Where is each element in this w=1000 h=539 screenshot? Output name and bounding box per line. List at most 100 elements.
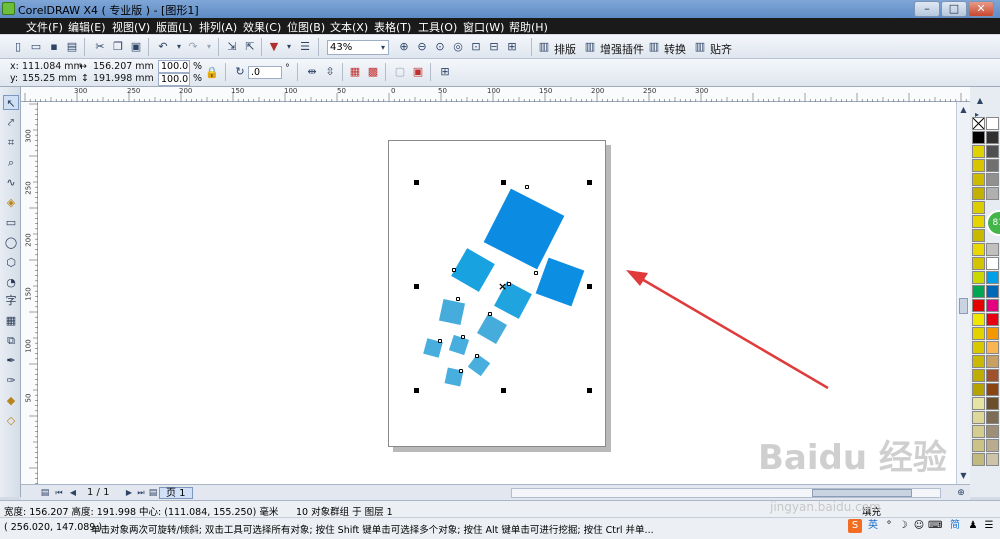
color-swatch[interactable] bbox=[986, 355, 999, 368]
ime-language-toggle[interactable]: 英 bbox=[866, 519, 880, 533]
color-swatch[interactable] bbox=[986, 173, 999, 186]
color-swatch[interactable] bbox=[986, 383, 999, 396]
fullwidth-toggle-icon[interactable]: ☽ bbox=[896, 519, 910, 533]
selection-handle[interactable] bbox=[587, 180, 592, 185]
plugin-snap-button[interactable]: 贴齐 bbox=[710, 41, 732, 57]
color-swatch[interactable] bbox=[972, 383, 985, 396]
color-swatch[interactable] bbox=[986, 327, 999, 340]
color-swatch[interactable] bbox=[986, 341, 999, 354]
color-swatch[interactable] bbox=[972, 271, 985, 284]
color-swatch[interactable] bbox=[972, 173, 985, 186]
color-swatch[interactable] bbox=[972, 425, 985, 438]
redo-icon[interactable]: ↷ bbox=[185, 39, 201, 55]
color-swatch[interactable] bbox=[986, 425, 999, 438]
minimize-button[interactable]: – bbox=[914, 1, 940, 17]
zoom-page-icon[interactable]: ⊡ bbox=[468, 39, 484, 55]
color-swatch[interactable] bbox=[986, 397, 999, 410]
freehand-tool-icon[interactable]: ∿ bbox=[3, 175, 19, 190]
zoom-page-width-icon[interactable]: ⊟ bbox=[486, 39, 502, 55]
color-swatch[interactable] bbox=[972, 229, 985, 242]
zoom-tool-icon[interactable]: ⌕ bbox=[3, 155, 19, 170]
selection-handle[interactable] bbox=[587, 388, 592, 393]
outline-pen-tool-icon[interactable]: ✑ bbox=[3, 373, 19, 388]
plugin-enhance-button[interactable]: 增强插件 bbox=[600, 41, 644, 57]
rotation-center-icon[interactable]: × bbox=[498, 280, 507, 293]
vertical-ruler[interactable]: 300 250 200 150 100 50 bbox=[21, 102, 38, 484]
color-swatch[interactable] bbox=[986, 131, 999, 144]
menu-arrange[interactable]: 排列(A) bbox=[199, 19, 237, 35]
color-swatch[interactable] bbox=[972, 313, 985, 326]
scale-height-field[interactable]: 100.0 bbox=[158, 73, 190, 86]
color-swatch[interactable] bbox=[986, 285, 999, 298]
application-launcher-icon[interactable]: ▼ bbox=[266, 39, 282, 55]
color-swatch[interactable] bbox=[972, 131, 985, 144]
color-swatch[interactable] bbox=[972, 397, 985, 410]
horizontal-ruler[interactable]: 300 250 200 150 100 50 0 50 100 150 200 … bbox=[21, 87, 970, 102]
soft-keyboard-icon[interactable]: ⌨ bbox=[928, 519, 942, 533]
menu-effects[interactable]: 效果(C) bbox=[243, 19, 281, 35]
lock-ratio-icon[interactable]: 🔒 bbox=[205, 65, 219, 81]
welcome-screen-icon[interactable]: ☰ bbox=[297, 39, 313, 55]
color-swatch[interactable] bbox=[972, 243, 985, 256]
cut-icon[interactable]: ✂ bbox=[92, 39, 108, 55]
color-swatch[interactable] bbox=[972, 159, 985, 172]
menu-table[interactable]: 表格(T) bbox=[374, 19, 411, 35]
menu-edit[interactable]: 编辑(E) bbox=[68, 19, 106, 35]
close-button[interactable]: ✕ bbox=[968, 1, 994, 17]
color-swatch[interactable] bbox=[986, 453, 999, 466]
color-swatch[interactable] bbox=[986, 299, 999, 312]
color-swatch[interactable] bbox=[972, 187, 985, 200]
no-fill-swatch[interactable] bbox=[972, 117, 985, 130]
rotation-angle-field[interactable]: .0 bbox=[248, 66, 282, 79]
break-apart-icon[interactable]: ▣ bbox=[410, 64, 426, 80]
menu-tools[interactable]: 工具(O) bbox=[418, 19, 457, 35]
ellipse-tool-icon[interactable]: ◯ bbox=[3, 235, 19, 250]
text-tool-icon[interactable]: 字 bbox=[3, 293, 19, 308]
color-swatch[interactable] bbox=[986, 369, 999, 382]
menu-layout[interactable]: 版面(L) bbox=[156, 19, 193, 35]
zoom-selected-icon[interactable]: ⊙ bbox=[432, 39, 448, 55]
color-swatch[interactable] bbox=[972, 299, 985, 312]
import-icon[interactable]: ⇲ bbox=[224, 39, 240, 55]
color-swatch[interactable] bbox=[972, 257, 985, 270]
interactive-blend-tool-icon[interactable]: ⧉ bbox=[3, 333, 19, 348]
scroll-up-icon[interactable]: ▲ bbox=[957, 102, 970, 118]
basic-shapes-tool-icon[interactable]: ◔ bbox=[3, 275, 19, 290]
color-swatch[interactable] bbox=[972, 439, 985, 452]
table-tool-icon[interactable]: ▦ bbox=[3, 313, 19, 328]
menu-text[interactable]: 文本(X) bbox=[330, 19, 368, 35]
selection-handle[interactable] bbox=[501, 388, 506, 393]
mirror-horizontal-icon[interactable]: ⇹ bbox=[304, 64, 320, 80]
undo-icon[interactable]: ↶ bbox=[155, 39, 171, 55]
plugin-layout-button[interactable]: 排版 bbox=[554, 41, 576, 57]
copy-icon[interactable]: ❐ bbox=[110, 39, 126, 55]
menu-window[interactable]: 窗口(W) bbox=[463, 19, 504, 35]
selection-handle[interactable] bbox=[414, 284, 419, 289]
scroll-thumb[interactable] bbox=[959, 298, 968, 314]
menu-bitmaps[interactable]: 位图(B) bbox=[287, 19, 325, 35]
selection-handle[interactable] bbox=[501, 180, 506, 185]
color-swatch[interactable] bbox=[972, 341, 985, 354]
color-swatch[interactable] bbox=[972, 285, 985, 298]
group-icon[interactable]: ▦ bbox=[347, 64, 363, 80]
interactive-fill-tool-icon[interactable]: ◇ bbox=[3, 413, 19, 428]
color-swatch[interactable] bbox=[986, 439, 999, 452]
new-document-icon[interactable]: ▯ bbox=[10, 39, 26, 55]
zoom-out-icon[interactable]: ⊖ bbox=[414, 39, 430, 55]
x-position-field[interactable]: 111.084 mm bbox=[22, 61, 83, 72]
color-swatch[interactable] bbox=[986, 243, 999, 256]
maximize-button[interactable]: □ bbox=[941, 1, 967, 17]
menu-file[interactable]: 文件(F) bbox=[26, 19, 63, 35]
open-folder-icon[interactable]: ▭ bbox=[28, 39, 44, 55]
horizontal-scrollbar[interactable] bbox=[511, 488, 941, 498]
color-swatch[interactable] bbox=[986, 271, 999, 284]
selection-handle[interactable] bbox=[587, 284, 592, 289]
ime-menu-icon[interactable]: ☰ bbox=[982, 519, 996, 533]
eyedropper-tool-icon[interactable]: ✒ bbox=[3, 353, 19, 368]
paste-icon[interactable]: ▣ bbox=[128, 39, 144, 55]
crop-tool-icon[interactable]: ⌗ bbox=[3, 135, 19, 150]
ungroup-icon[interactable]: ▩ bbox=[365, 64, 381, 80]
scale-width-field[interactable]: 100.0 bbox=[158, 60, 190, 73]
convert-to-curves-icon[interactable]: ⊞ bbox=[437, 64, 453, 80]
color-swatch[interactable] bbox=[986, 411, 999, 424]
